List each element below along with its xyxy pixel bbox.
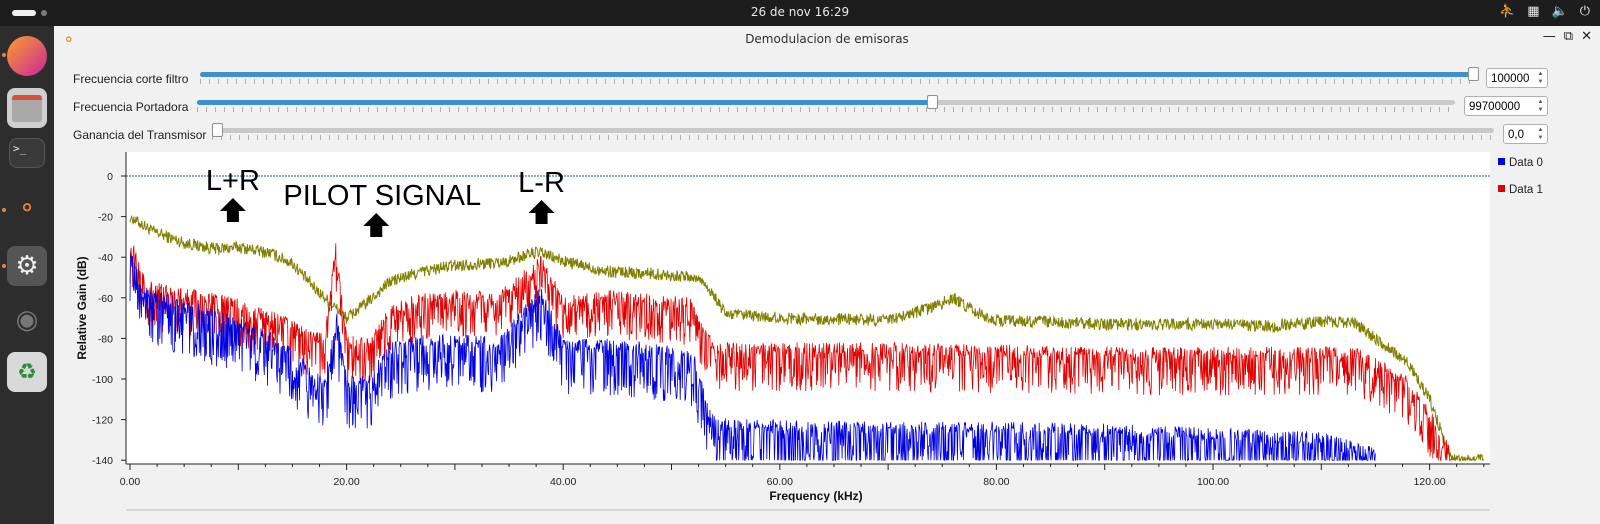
slider-handle[interactable] [1468,67,1479,81]
power-icon[interactable]: ⏻ [1580,4,1590,19]
slider-ticks [197,107,1455,112]
gnuradio-icon[interactable]: ⚬ [7,188,47,228]
carrier-frequency-value: 99700000 [1469,101,1521,113]
slider-ticks [212,135,1494,140]
slider-handle[interactable] [927,95,939,109]
carrier-frequency-label: Frecuencia Portadora [73,100,189,114]
slider-ticks [200,79,1478,84]
system-tray[interactable]: ⛹ ▦ 🔈 ⏻ [1499,4,1590,19]
transmitter-gain-label: Ganancia del Transmisor [73,128,207,142]
trash-icon[interactable]: ♻ [7,352,47,392]
filter-cutoff-value: 100000 [1491,73,1530,85]
running-indicator [2,264,6,268]
slider-fill [197,100,933,105]
clock[interactable]: 26 de nov 16:29 [0,5,1600,19]
settings-icon[interactable]: ⚙ [7,246,47,286]
spin-arrows-icon[interactable]: ▲ ▼ [1535,70,1546,86]
transmitter-gain-value: 0,0 [1508,129,1524,141]
slider-handle[interactable] [212,123,223,137]
app-icon: ⚬ [62,30,76,49]
window-title: Demodulacion de emisoras [745,32,909,46]
minimize-icon[interactable]: — [1543,29,1556,44]
top-bar: 26 de nov 16:29 ⛹ ▦ 🔈 ⏻ [0,0,1600,26]
filter-cutoff-input[interactable]: 100000 ▲ ▼ [1486,68,1548,88]
spin-arrows-icon[interactable]: ▲ ▼ [1535,126,1546,142]
running-indicator [2,208,6,212]
transmitter-gain-input[interactable]: 0,0 ▲ ▼ [1503,124,1548,144]
firefox-icon[interactable] [7,36,47,76]
restore-icon[interactable]: ⧉ [1564,29,1573,44]
volume-icon[interactable]: 🔈 [1552,4,1568,19]
carrier-frequency-input[interactable]: 99700000 ▲ ▼ [1464,96,1548,116]
transmitter-gain-slider[interactable] [212,123,1494,140]
files-icon[interactable] [7,88,47,128]
slider-fill [200,72,1478,77]
close-icon[interactable]: ✕ [1581,29,1592,44]
filter-cutoff-label: Frecuencia corte filtro [73,72,189,86]
terminal-icon[interactable]: >_ [9,138,45,168]
carrier-frequency-slider[interactable] [197,95,1455,112]
disk-icon[interactable]: ◉ [7,300,47,340]
running-indicator [2,53,6,57]
accessibility-icon[interactable]: ⛹ [1499,4,1515,19]
spin-arrows-icon[interactable]: ▲ ▼ [1535,98,1546,114]
dock: >_ ⚬ ⚙ ◉ ♻ [0,26,54,524]
filter-cutoff-slider[interactable] [200,67,1479,84]
network-icon[interactable]: ▦ [1527,4,1539,19]
